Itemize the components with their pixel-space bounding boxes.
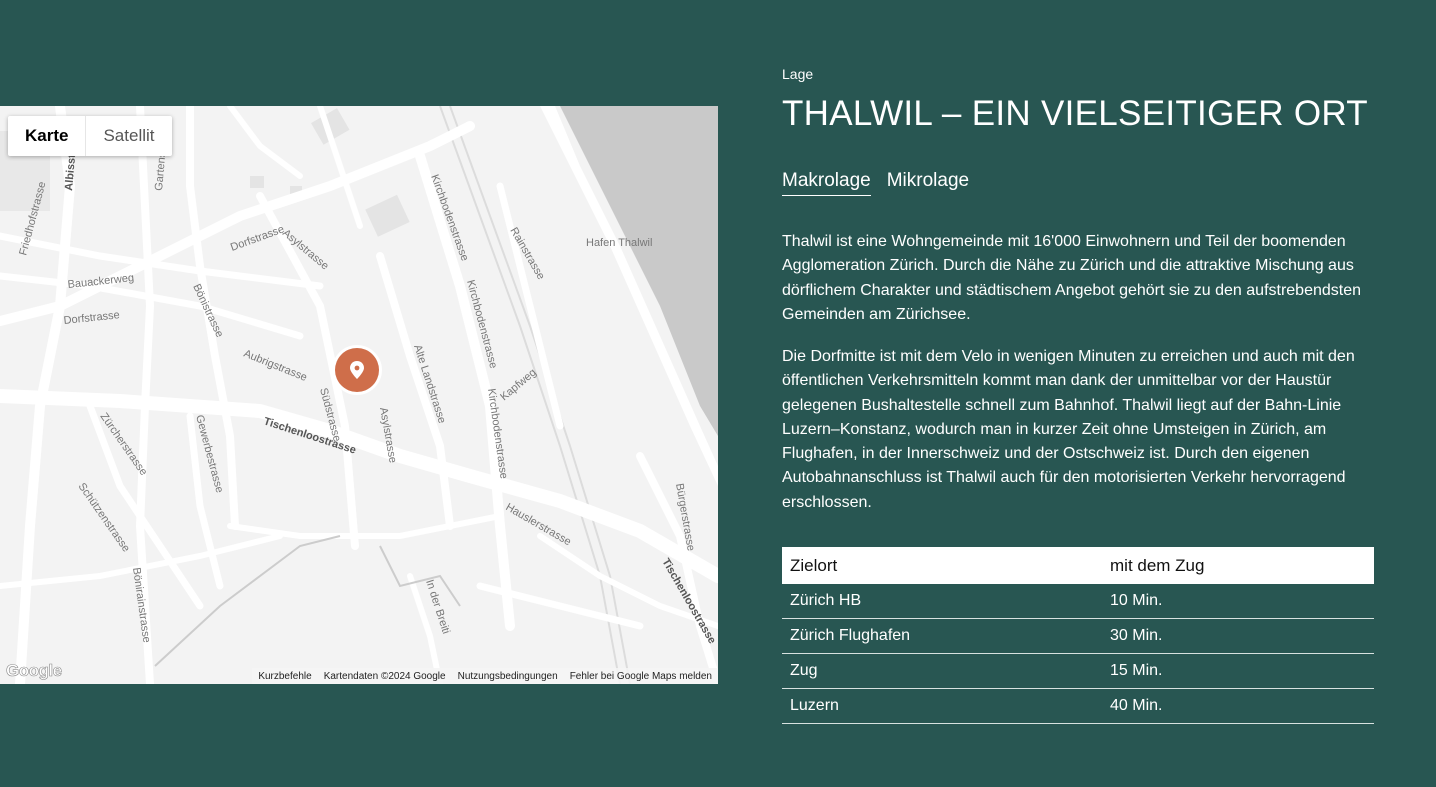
map-canvas[interactable]: DorfstrasseAsylstrasseBauackerwegDorfstr… xyxy=(0,106,718,684)
map-footer: Kurzbefehle Kartendaten ©2024 Google Nut… xyxy=(252,668,718,684)
intro-paragraph: Thalwil ist eine Wohngemeinde mit 16'000… xyxy=(782,233,1362,323)
destination-cell: Zürich HB xyxy=(782,584,1102,619)
location-tabs: Makrolage Mikrolage xyxy=(782,170,969,196)
duration-cell: 15 Min. xyxy=(1102,653,1374,689)
location-pin-icon xyxy=(335,348,379,392)
street-label: Bönirainstrasse xyxy=(130,567,152,644)
street-label: Kapfweg xyxy=(498,367,539,404)
destination-cell: Zug xyxy=(782,653,1102,689)
street-label: Dorfstrasse xyxy=(63,309,120,327)
duration-cell: 10 Min. xyxy=(1102,584,1374,619)
transport-paragraph: Die Dorfmitte ist mit dem Velo in wenige… xyxy=(782,348,1355,511)
table-header-row: Zielort mit dem Zug xyxy=(782,547,1374,584)
map[interactable]: Dorfstrasse Asylstrasse Bauackerweg Dorfstr… xyxy=(0,106,718,684)
report-error-link[interactable]: Fehler bei Google Maps melden xyxy=(564,671,718,682)
page-title: THALWIL – EIN VIELSEITIGER ORT xyxy=(782,94,1368,133)
street-label: Bürgerstrasse xyxy=(673,482,697,552)
duration-cell: 40 Min. xyxy=(1102,688,1374,724)
duration-cell: 30 Min. xyxy=(1102,618,1374,654)
map-type-satellit-button[interactable]: Satellit xyxy=(86,116,171,156)
section-eyebrow: Lage xyxy=(782,66,814,82)
street-label: Dorfstrasse xyxy=(229,223,286,254)
travel-time-table: Zielort mit dem Zug Zürich HB 10 Min. Zü… xyxy=(782,547,1374,724)
table-row: Zürich Flughafen 30 Min. xyxy=(782,618,1374,654)
street-label: Aubrigstrasse xyxy=(242,348,309,384)
column-header-train: mit dem Zug xyxy=(1102,547,1374,584)
table-row: Zürich HB 10 Min. xyxy=(782,584,1374,619)
street-label: Hafen Thalwil xyxy=(586,237,652,249)
map-type-karte-button[interactable]: Karte xyxy=(8,116,85,156)
table-row: Luzern 40 Min. xyxy=(782,688,1374,724)
location-marker[interactable] xyxy=(332,345,382,395)
table-row: Zug 15 Min. xyxy=(782,653,1374,689)
keyboard-shortcuts-link[interactable]: Kurzbefehle xyxy=(252,671,317,682)
map-type-control: Karte Satellit xyxy=(8,116,172,156)
terms-link[interactable]: Nutzungsbedingungen xyxy=(452,671,564,682)
map-data-attribution: Kartendaten ©2024 Google xyxy=(323,670,446,682)
tab-mikrolage[interactable]: Mikrolage xyxy=(887,170,969,196)
destination-cell: Luzern xyxy=(782,688,1102,724)
tab-makrolage[interactable]: Makrolage xyxy=(782,170,871,196)
google-logo[interactable]: Google xyxy=(6,661,63,681)
destination-cell: Zürich Flughafen xyxy=(782,618,1102,654)
column-header-destination: Zielort xyxy=(782,547,1102,584)
